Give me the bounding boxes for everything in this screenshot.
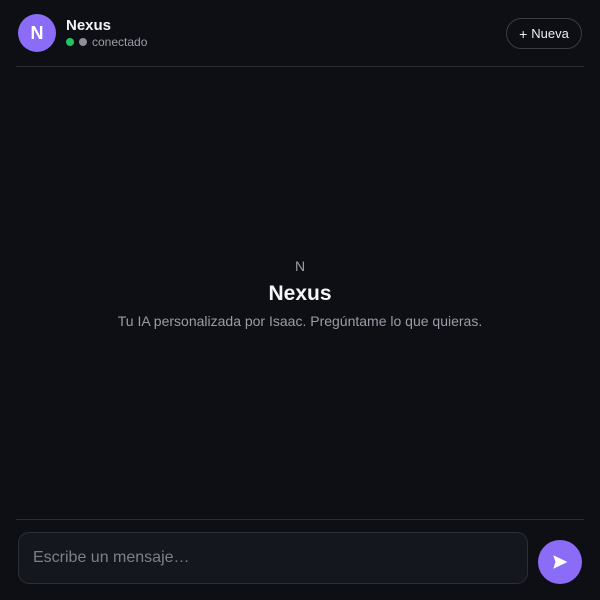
new-chat-button[interactable]: + Nueva [506,18,582,49]
avatar: N [18,14,56,52]
new-chat-label: Nueva [531,26,569,41]
send-button[interactable] [538,540,582,584]
connection-status: conectado [66,35,147,49]
empty-state-letter: N [294,258,306,274]
composer-divider [16,519,584,520]
chat-app: N Nexus conectado + Nueva N Nexus Tu IA … [0,0,600,600]
plus-icon: + [519,25,528,42]
chat-header: N Nexus conectado + Nueva [16,0,584,67]
message-input[interactable] [18,532,528,584]
status-text: conectado [92,35,148,49]
chat-title: Nexus [66,17,112,34]
empty-state-title: Nexus [268,282,332,305]
empty-state-subtitle: Tu IA personalizada por Isaac. Pregúntam… [117,313,483,329]
online-dot-icon [66,38,74,46]
empty-state: N Nexus Tu IA personalizada por Isaac. P… [0,256,600,329]
status-dot-icon [79,38,87,46]
send-icon [553,555,568,569]
